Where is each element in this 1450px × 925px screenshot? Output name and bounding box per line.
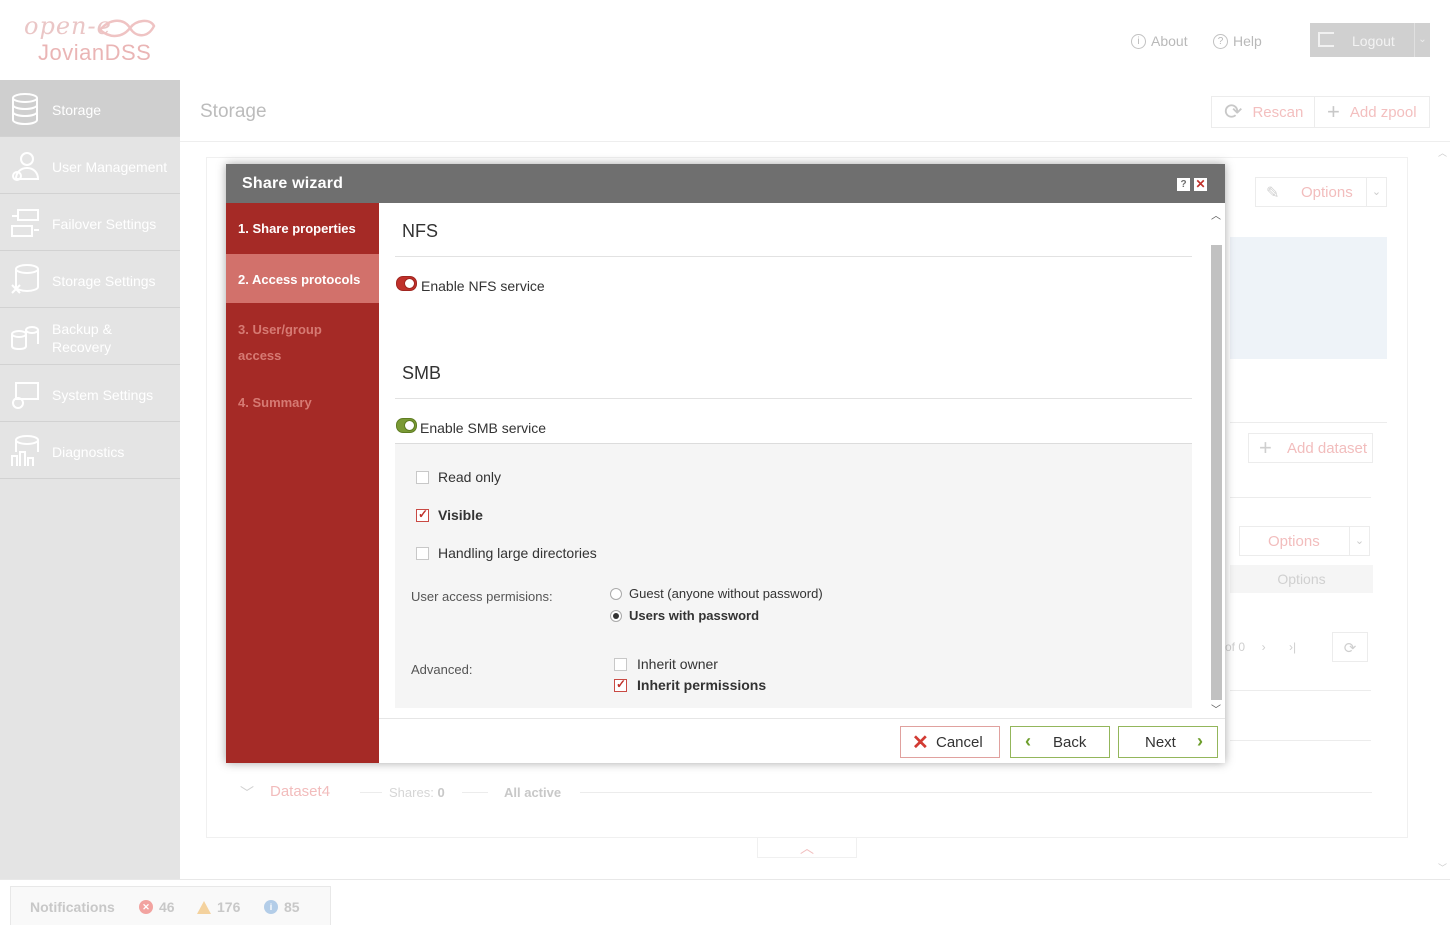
back-label: Back xyxy=(1053,734,1087,751)
smb-options-panel: Read only Visible Handling large directo… xyxy=(395,443,1192,708)
visible-checkbox[interactable] xyxy=(416,507,429,522)
chevron-right-icon: › xyxy=(1197,731,1203,751)
scroll-up-icon[interactable]: ︿ xyxy=(1211,207,1221,222)
share-wizard-dialog: Share wizard ? ✕ 1. Share properties 2. … xyxy=(226,164,1225,763)
step-user-group-access: 3. User/group access xyxy=(238,322,322,363)
help-icon[interactable]: ? xyxy=(1177,178,1190,191)
close-icon[interactable]: ✕ xyxy=(1194,178,1207,191)
nfs-toggle[interactable] xyxy=(396,276,417,291)
user-access-label: User access permisions: xyxy=(411,589,553,604)
nfs-toggle-label[interactable]: Enable NFS service xyxy=(421,278,545,294)
large-directories-checkbox[interactable] xyxy=(416,547,429,560)
wizard-steps: 1. Share properties 2. Access protocols … xyxy=(226,203,379,763)
nfs-section-title: NFS xyxy=(402,221,438,241)
chevron-left-icon: ‹ xyxy=(1025,731,1031,751)
close-icon: ✕ xyxy=(912,732,929,754)
advanced-label: Advanced: xyxy=(411,662,473,677)
back-button[interactable]: ‹ Back xyxy=(1010,726,1110,758)
step-share-properties[interactable]: 1. Share properties xyxy=(226,203,379,253)
scrollbar-thumb[interactable] xyxy=(1211,245,1222,700)
smb-section-title: SMB xyxy=(402,363,442,383)
step-summary: 4. Summary xyxy=(238,395,312,410)
dialog-scrollbar[interactable]: ︿ ﹀ xyxy=(1207,203,1225,718)
next-button[interactable]: Next › xyxy=(1118,726,1218,758)
divider xyxy=(395,256,1192,257)
read-only-checkbox[interactable] xyxy=(416,471,429,484)
toggle-knob xyxy=(404,278,415,289)
guest-radio[interactable] xyxy=(610,588,622,600)
dialog-footer: ✕ Cancel ‹ Back Next › xyxy=(379,718,1225,763)
next-label: Next xyxy=(1145,734,1176,751)
inherit-permissions-checkbox[interactable] xyxy=(614,677,627,692)
smb-toggle[interactable] xyxy=(396,418,417,433)
inherit-permissions-label[interactable]: Inherit permissions xyxy=(637,677,766,693)
cancel-button[interactable]: ✕ Cancel xyxy=(900,726,1000,758)
users-password-radio[interactable] xyxy=(610,610,622,622)
inherit-owner-label[interactable]: Inherit owner xyxy=(637,656,718,672)
large-directories-label[interactable]: Handling large directories xyxy=(438,545,597,561)
read-only-label[interactable]: Read only xyxy=(438,469,501,485)
toggle-knob xyxy=(404,420,415,431)
visible-label[interactable]: Visible xyxy=(438,507,483,523)
step-access-protocols[interactable]: 2. Access protocols xyxy=(226,254,379,303)
inherit-owner-checkbox[interactable] xyxy=(614,658,627,671)
dialog-title: Share wizard xyxy=(242,175,344,192)
cancel-label: Cancel xyxy=(936,734,983,751)
guest-radio-label[interactable]: Guest (anyone without password) xyxy=(629,586,823,601)
scroll-down-icon[interactable]: ﹀ xyxy=(1211,701,1221,716)
users-password-radio-label[interactable]: Users with password xyxy=(629,608,759,623)
dialog-body: NFS Enable NFS service SMB Enable SMB se… xyxy=(379,203,1225,718)
divider xyxy=(395,398,1192,399)
dialog-header: Share wizard ? ✕ xyxy=(226,164,1225,203)
smb-toggle-label[interactable]: Enable SMB service xyxy=(420,420,546,436)
